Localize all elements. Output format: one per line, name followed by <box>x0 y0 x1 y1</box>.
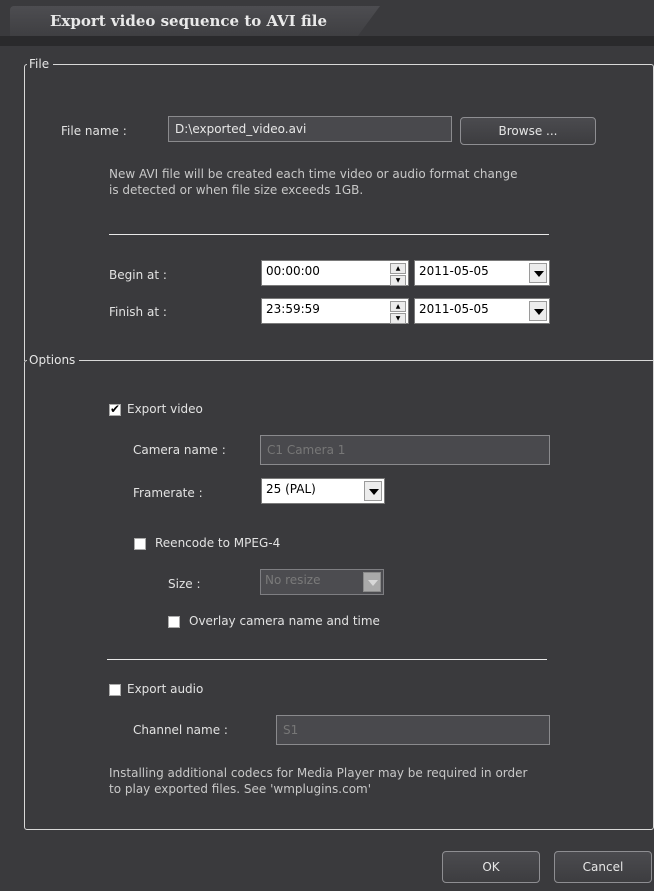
spin-down-icon[interactable]: ▼ <box>390 275 406 286</box>
chevron-down-icon[interactable] <box>364 481 382 501</box>
ok-button-label: OK <box>482 860 500 874</box>
overlay-label: Overlay camera name and time <box>189 614 380 628</box>
file-name-input[interactable]: D:\exported_video.avi <box>168 116 452 142</box>
chevron-down-icon[interactable] <box>529 301 547 321</box>
finish-time-spinner[interactable]: 23:59:59 ▲ ▼ <box>261 298 409 324</box>
camera-name-label: Camera name : <box>133 443 226 457</box>
browse-button[interactable]: Browse ... <box>460 117 596 145</box>
ok-button[interactable]: OK <box>442 851 540 883</box>
size-dropdown[interactable]: No resize <box>260 569 384 595</box>
finish-date-dropdown[interactable]: 2011-05-05 <box>414 298 550 324</box>
options-separator <box>107 659 547 660</box>
title-tab: Export video sequence to AVI file <box>10 6 380 36</box>
cancel-button-label: Cancel <box>582 860 624 874</box>
overlay-checkbox[interactable] <box>168 616 180 628</box>
checkmark-icon: ✔ <box>110 402 121 416</box>
file-separator <box>109 234 549 235</box>
export-dialog: Export video sequence to AVI file File F… <box>0 0 654 891</box>
camera-name-input[interactable]: C1 Camera 1 <box>260 435 550 465</box>
spin-down-icon[interactable]: ▼ <box>390 313 406 324</box>
format-change-note-line2: is detected or when file size exceeds 1G… <box>109 183 364 197</box>
export-audio-label: Export audio <box>127 682 204 696</box>
channel-name-input[interactable]: S1 <box>276 715 550 745</box>
channel-name-label: Channel name : <box>133 723 228 737</box>
chevron-down-icon[interactable] <box>363 572 381 592</box>
framerate-value: 25 (PAL) <box>266 482 316 496</box>
size-value: No resize <box>265 573 321 587</box>
spin-up-icon[interactable]: ▲ <box>390 301 406 312</box>
options-group-legend: Options <box>27 353 80 367</box>
reencode-checkbox[interactable] <box>134 538 146 550</box>
codec-note-line2: to play exported files. See 'wmplugins.c… <box>109 782 372 796</box>
options-group: Options <box>24 353 654 830</box>
begin-date-dropdown[interactable]: 2011-05-05 <box>414 260 550 286</box>
size-label: Size : <box>168 577 201 591</box>
framerate-label: Framerate : <box>133 486 203 500</box>
export-video-label: Export video <box>127 402 203 416</box>
spin-up-icon[interactable]: ▲ <box>390 263 406 274</box>
browse-button-label: Browse ... <box>498 124 558 138</box>
framerate-dropdown[interactable]: 25 (PAL) <box>261 478 385 504</box>
file-group-legend: File <box>27 57 54 71</box>
codec-note-line1: Installing additional codecs for Media P… <box>109 766 528 780</box>
export-video-checkbox[interactable]: ✔ <box>109 402 121 416</box>
begin-date-value: 2011-05-05 <box>419 264 489 278</box>
chevron-down-icon[interactable] <box>529 263 547 283</box>
begin-time-value: 00:00:00 <box>266 264 320 278</box>
finish-date-value: 2011-05-05 <box>419 302 489 316</box>
window-title: Export video sequence to AVI file <box>50 12 328 30</box>
begin-at-label: Begin at : <box>109 268 167 282</box>
export-audio-checkbox[interactable] <box>109 684 121 696</box>
title-bar-strip <box>0 36 654 46</box>
cancel-button[interactable]: Cancel <box>554 851 652 883</box>
finish-time-value: 23:59:59 <box>266 302 320 316</box>
begin-time-spin-buttons[interactable]: ▲ ▼ <box>390 263 406 286</box>
file-name-label: File name : <box>61 124 127 138</box>
begin-time-spinner[interactable]: 00:00:00 ▲ ▼ <box>261 260 409 286</box>
finish-at-label: Finish at : <box>109 305 167 319</box>
format-change-note-line1: New AVI file will be created each time v… <box>109 167 518 181</box>
finish-time-spin-buttons[interactable]: ▲ ▼ <box>390 301 406 324</box>
reencode-label: Reencode to MPEG-4 <box>155 536 281 550</box>
